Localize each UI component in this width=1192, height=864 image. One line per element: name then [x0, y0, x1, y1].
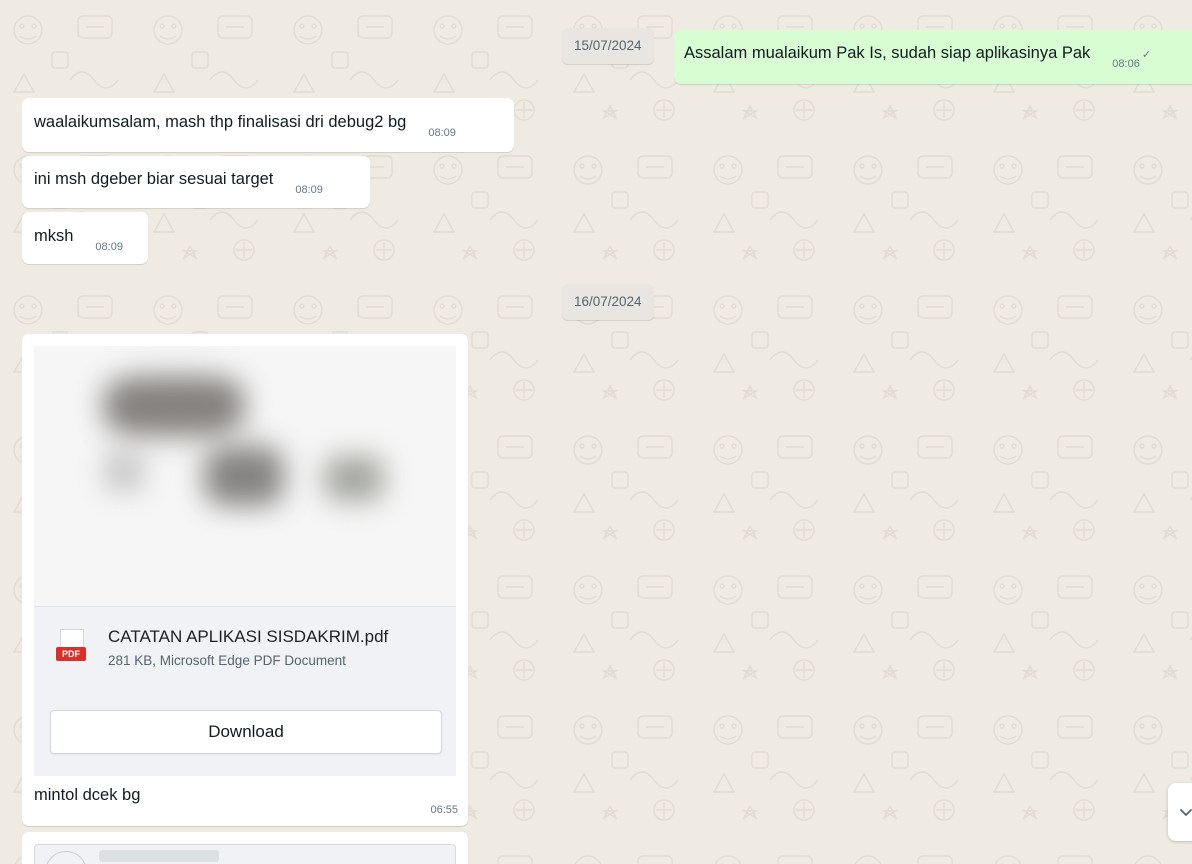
document-caption: mintol dcek bg	[34, 786, 141, 804]
contact-card-partial	[34, 844, 456, 864]
pdf-file-icon: PDF	[56, 629, 86, 667]
chat-panel: 15/07/2024 Assalam mualaikum Pak Is, sud…	[0, 0, 1192, 864]
message-time: 08:06	[1112, 58, 1140, 70]
download-area: Download	[34, 690, 456, 776]
message-text: mksh	[34, 227, 74, 245]
next-message-partial[interactable]	[22, 832, 468, 864]
document-info[interactable]: PDF CATATAN APLIKASI SISDAKRIM.pdf 281 K…	[34, 606, 456, 692]
message-time: 08:09	[428, 127, 456, 139]
contact-name-partial	[99, 850, 219, 862]
avatar	[45, 851, 87, 864]
incoming-message[interactable]: waalaikumsalam, mash thp finalisasi dri …	[22, 98, 514, 152]
outgoing-message[interactable]: Assalam mualaikum Pak Is, sudah siap apl…	[674, 30, 1192, 84]
incoming-message[interactable]: mksh 08:09	[22, 212, 148, 264]
message-time: 08:09	[95, 241, 123, 253]
date-separator: 16/07/2024	[562, 284, 654, 320]
message-time: 08:09	[295, 184, 323, 196]
scroll-to-bottom-button[interactable]	[1168, 783, 1192, 841]
date-separator: 15/07/2024	[562, 28, 654, 64]
chevron-down-icon	[1180, 809, 1192, 816]
message-text: Assalam mualaikum Pak Is, sudah siap apl…	[684, 44, 1091, 62]
document-message[interactable]: PDF CATATAN APLIKASI SISDAKRIM.pdf 281 K…	[22, 334, 468, 826]
download-button[interactable]: Download	[50, 710, 442, 754]
message-time: 06:55	[430, 804, 458, 816]
incoming-message[interactable]: ini msh dgeber biar sesuai target 08:09	[22, 156, 370, 208]
message-text: waalaikumsalam, mash thp finalisasi dri …	[34, 113, 407, 131]
check-icon: ✓	[1141, 49, 1152, 61]
message-text: ini msh dgeber biar sesuai target	[34, 170, 274, 188]
document-file-name: CATATAN APLIKASI SISDAKRIM.pdf	[108, 627, 389, 646]
document-file-meta: 281 KB, Microsoft Edge PDF Document	[108, 653, 346, 668]
document-preview-thumbnail[interactable]	[34, 346, 456, 618]
